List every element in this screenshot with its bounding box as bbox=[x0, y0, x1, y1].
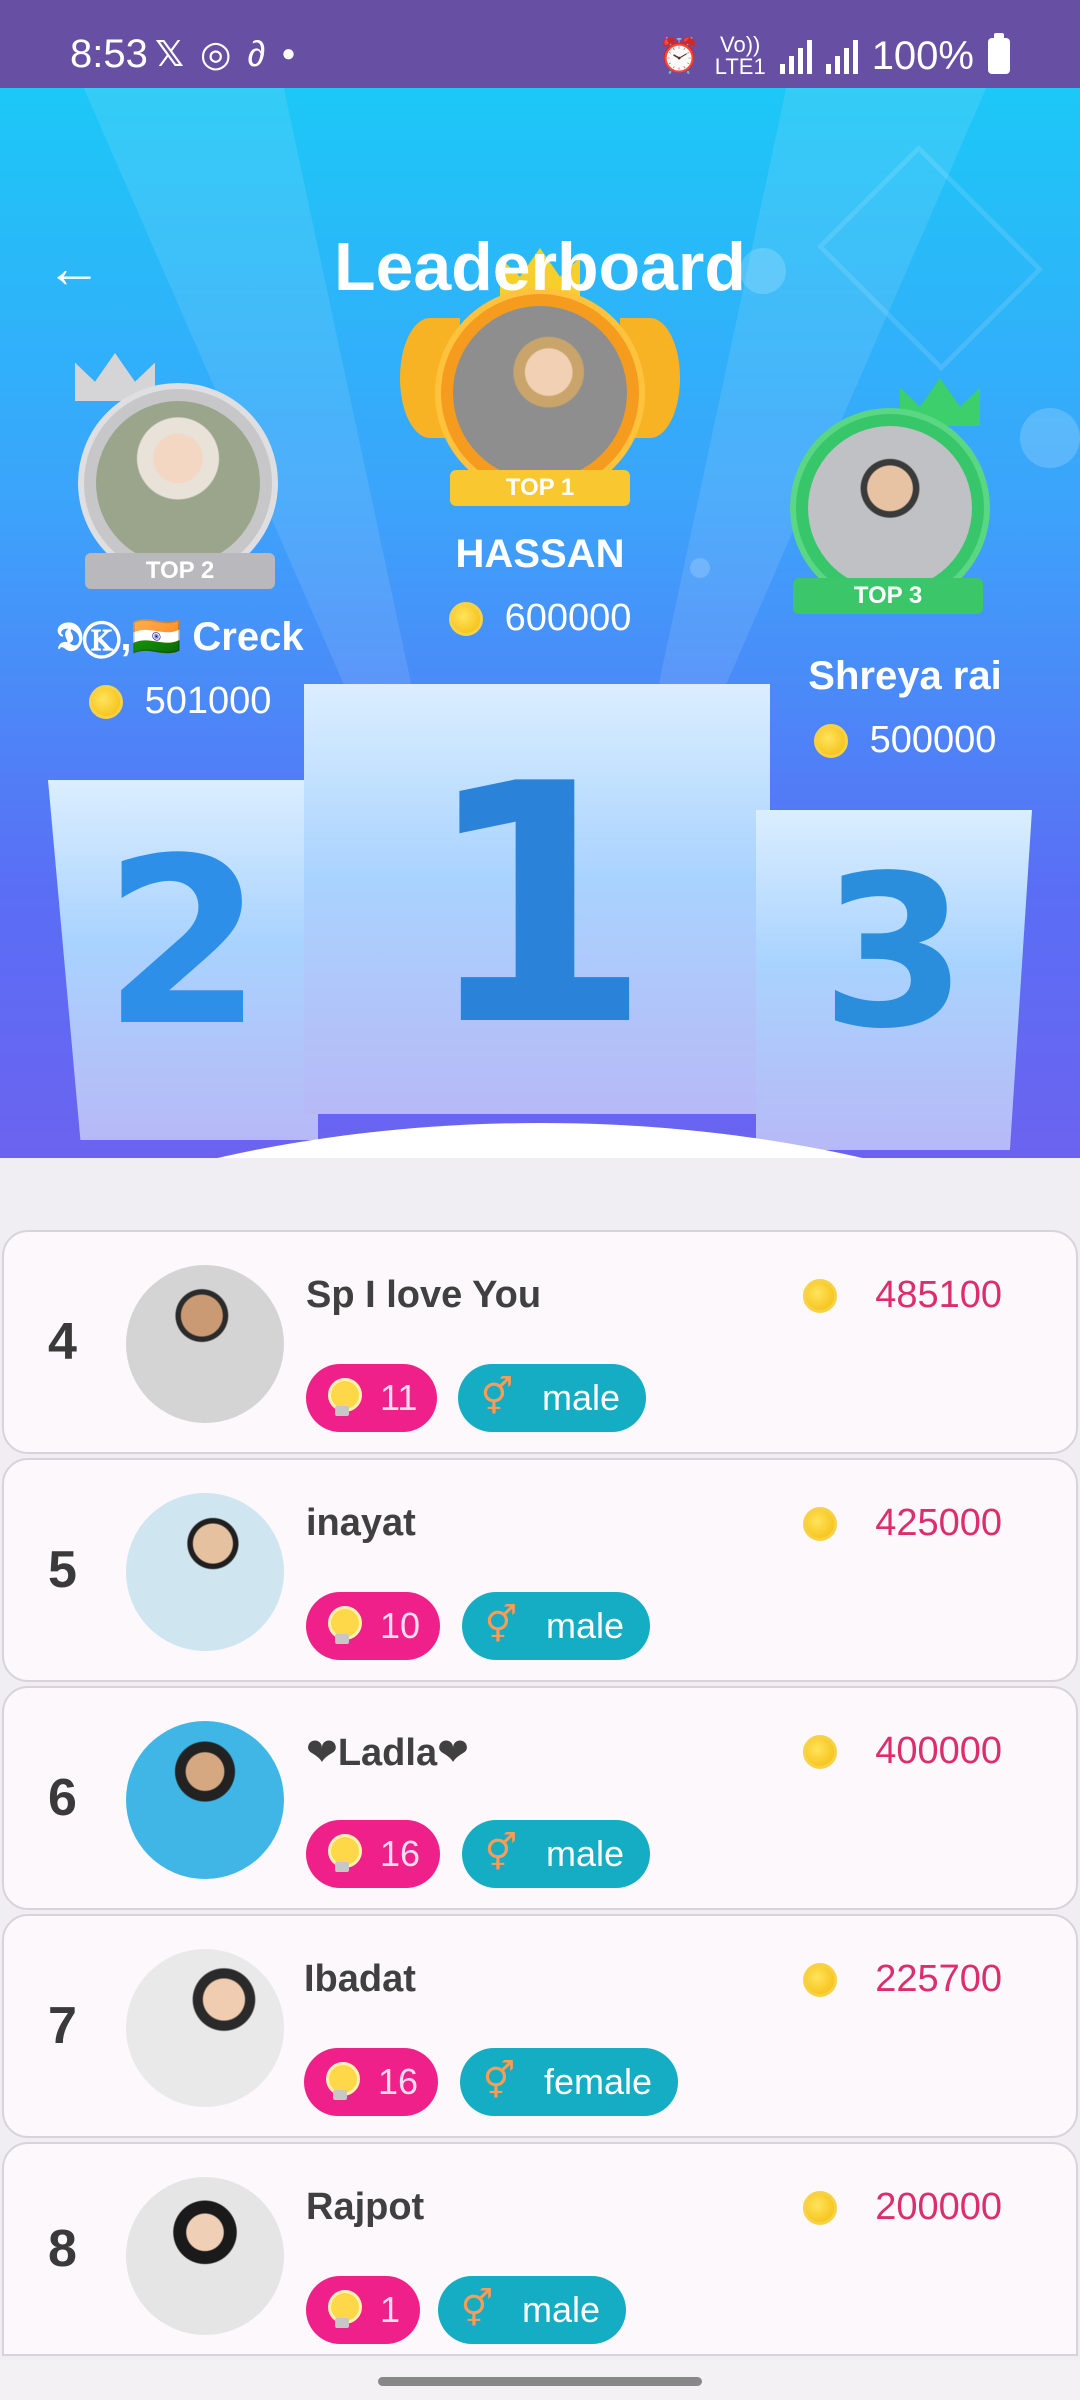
whatsapp-icon: ◎ bbox=[200, 33, 232, 74]
user-score: 425000 bbox=[803, 1502, 1002, 1545]
podium-number-1: 1 bbox=[422, 714, 652, 1098]
podium-number-3: 3 bbox=[820, 830, 968, 1075]
user-score: 485100 bbox=[803, 1274, 1002, 1317]
user-score: 200000 bbox=[803, 2186, 1002, 2229]
winner-name: HASSAN bbox=[455, 532, 625, 576]
rank-badge: TOP 1 bbox=[450, 470, 630, 506]
level-chip: 11 bbox=[306, 1364, 438, 1432]
podium-2: 2 bbox=[48, 780, 318, 1140]
coin-icon bbox=[803, 1734, 838, 1769]
app-icon: ∂ bbox=[247, 33, 266, 74]
list-item[interactable]: 7 Ibadat 225700 16 ⚥ female bbox=[2, 1914, 1078, 2138]
coin-icon bbox=[803, 1278, 838, 1313]
gender-chip: ⚥ male bbox=[458, 1364, 647, 1432]
user-name: Rajpot bbox=[306, 2186, 425, 2228]
winner-name: 𝕯Ⓚ,🇮🇳 Creck bbox=[56, 615, 304, 659]
winner-1[interactable]: TOP 1 HASSAN 600000 bbox=[380, 248, 700, 640]
page-title: Leaderboard bbox=[334, 229, 746, 305]
navigation-bar bbox=[0, 2360, 1080, 2400]
leaderboard-hero: 2 1 3 TOP 2 𝕯Ⓚ,🇮🇳 Creck 501000 TOP 1 HAS… bbox=[0, 88, 1080, 1158]
level-chip: 10 bbox=[306, 1592, 441, 1660]
status-bar: 8:53 𝕏 ◎ ∂ ● ⏰ Vo)) LTE1 100% bbox=[0, 0, 1080, 88]
user-name: Ibadat bbox=[304, 1958, 416, 2000]
rank-badge: TOP 3 bbox=[793, 578, 983, 614]
winner-coins: 501000 bbox=[30, 680, 330, 723]
gender-icon: ⚥ bbox=[480, 1377, 514, 1418]
avatar bbox=[126, 1493, 284, 1651]
rank-badge: TOP 2 bbox=[85, 553, 275, 589]
coin-icon bbox=[803, 2190, 838, 2225]
list-item[interactable]: 4 Sp I love You 485100 11 ⚥ male bbox=[2, 1230, 1078, 1454]
winner-3[interactable]: TOP 3 Shreya rai 500000 bbox=[750, 378, 1060, 762]
bulb-icon bbox=[326, 1378, 362, 1418]
gender-chip: ⚥ male bbox=[462, 1592, 651, 1660]
status-time: 8:53 bbox=[70, 32, 148, 76]
avatar-ring bbox=[435, 288, 645, 498]
coin-icon bbox=[803, 1962, 838, 1997]
avatar bbox=[126, 1949, 284, 2107]
home-gesture-handle[interactable] bbox=[378, 2377, 702, 2386]
winner-coins: 600000 bbox=[380, 597, 700, 640]
level-chip: 16 bbox=[306, 1820, 441, 1888]
coin-icon bbox=[803, 1506, 838, 1541]
gender-chip: ⚥ male bbox=[438, 2276, 627, 2344]
winner-name: Shreya rai bbox=[808, 654, 1002, 698]
level-chip: 16 bbox=[304, 2048, 439, 2116]
avatar bbox=[96, 401, 260, 565]
rank-number: 5 bbox=[48, 1541, 77, 1599]
level-chip: 1 bbox=[306, 2276, 421, 2344]
list-item[interactable]: 6 ❤Ladla❤ 400000 16 ⚥ male bbox=[2, 1686, 1078, 1910]
coin-icon bbox=[88, 684, 123, 719]
avatar bbox=[126, 2177, 284, 2335]
bulb-icon bbox=[326, 2290, 362, 2330]
user-name: Sp I love You bbox=[306, 1274, 542, 1316]
avatar bbox=[126, 1721, 284, 1879]
battery-icon bbox=[988, 33, 1010, 74]
avatar bbox=[808, 426, 972, 590]
winner-2[interactable]: TOP 2 𝕯Ⓚ,🇮🇳 Creck 501000 bbox=[30, 353, 330, 723]
podium-3: 3 bbox=[756, 810, 1032, 1150]
bulb-icon bbox=[324, 2062, 360, 2102]
x-app-icon: 𝕏 bbox=[155, 33, 185, 74]
list-item[interactable]: 5 inayat 425000 10 ⚥ male bbox=[2, 1458, 1078, 1682]
volte-indicator: Vo)) LTE1 bbox=[714, 32, 766, 79]
gender-chip: ⚥ female bbox=[460, 2048, 679, 2116]
podium-number-2: 2 bbox=[102, 810, 264, 1077]
gender-icon: ⚥ bbox=[482, 2061, 516, 2102]
winner-coins: 500000 bbox=[750, 719, 1060, 762]
signal-icon-2 bbox=[825, 38, 858, 74]
bulb-icon bbox=[326, 1834, 362, 1874]
user-name: inayat bbox=[306, 1502, 416, 1544]
signal-icon bbox=[779, 38, 812, 74]
system-icons: ⏰ Vo)) LTE1 100% bbox=[658, 32, 1010, 79]
coin-icon bbox=[448, 601, 483, 636]
avatar bbox=[126, 1265, 284, 1423]
rank-number: 7 bbox=[48, 1997, 77, 2055]
gender-icon: ⚥ bbox=[484, 1605, 518, 1646]
podium-1: 1 bbox=[304, 684, 770, 1114]
avatar bbox=[453, 306, 627, 480]
bulb-icon bbox=[326, 1606, 362, 1646]
gender-icon: ⚥ bbox=[460, 2289, 494, 2330]
user-name: ❤Ladla❤ bbox=[306, 1732, 469, 1774]
rank-number: 4 bbox=[48, 1313, 77, 1371]
coin-icon bbox=[813, 723, 848, 758]
notification-icons: 𝕏 ◎ ∂ ● bbox=[155, 36, 296, 72]
rank-number: 8 bbox=[48, 2220, 77, 2278]
gender-icon: ⚥ bbox=[484, 1833, 518, 1874]
battery-percent: 100% bbox=[871, 34, 974, 78]
list-item[interactable]: 8 Rajpot 200000 1 ⚥ male bbox=[2, 2142, 1078, 2356]
alarm-icon: ⏰ bbox=[658, 37, 701, 75]
user-score: 225700 bbox=[803, 1958, 1002, 2001]
rank-number: 6 bbox=[48, 1769, 77, 1827]
user-score: 400000 bbox=[803, 1730, 1002, 1773]
gender-chip: ⚥ male bbox=[462, 1820, 651, 1888]
dot-icon: ● bbox=[281, 40, 296, 67]
